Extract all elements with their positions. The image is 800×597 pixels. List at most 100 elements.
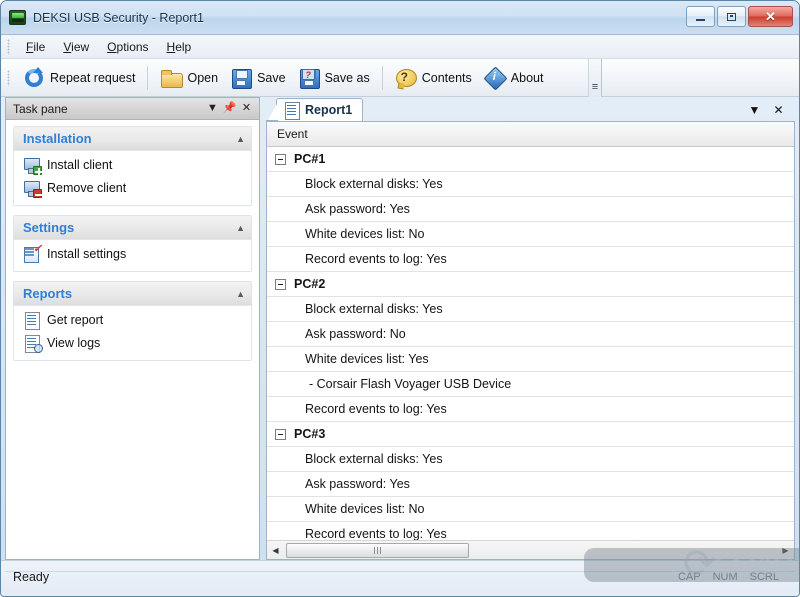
task-group-settings-header[interactable]: Settings ▲ [14, 216, 251, 240]
menu-item-file[interactable]: File [17, 37, 54, 57]
task-group-reports-header[interactable]: Reports ▲ [14, 282, 251, 306]
menu-item-view-label: iew [71, 39, 90, 54]
repeat-request-button[interactable]: Repeat request [17, 64, 141, 92]
grid-cell-event: PC#3 [294, 427, 326, 441]
grid-cell-event: PC#1 [294, 152, 326, 166]
grid-row[interactable]: - Corsair Flash Voyager USB Device [267, 372, 794, 397]
toolbar-separator [147, 65, 149, 90]
sidebar-item-get-report[interactable]: Get report [14, 309, 251, 332]
window-title: DEKSI USB Security - Report1 [33, 10, 204, 25]
close-button[interactable]: ✕ [748, 6, 793, 27]
task-pane: Task pane ▼ 📌 ✕ Installation ▲ Install c… [5, 97, 260, 560]
task-group-installation-header[interactable]: Installation ▲ [14, 127, 251, 151]
grid-row[interactable]: Ask password: Yes [267, 197, 794, 222]
save-as-button[interactable]: ? Save as [292, 64, 376, 92]
checklist-icon: ✓ [24, 244, 42, 263]
grid-row[interactable]: Block external disks: Yes [267, 172, 794, 197]
grid-cell-event: Block external disks: Yes [305, 452, 443, 466]
task-pane-close-icon[interactable]: ✕ [238, 100, 255, 117]
refresh-icon [23, 66, 45, 89]
sidebar-item-view-logs[interactable]: View logs [14, 332, 251, 355]
task-group-installation-items: Install client Remove client [14, 151, 251, 205]
menu-item-help-label: elp [175, 39, 192, 54]
close-icon: ✕ [765, 9, 776, 24]
open-label: Open [187, 70, 219, 85]
save-label: Save [257, 70, 286, 85]
task-group-settings: Settings ▲ ✓ Install settings [13, 215, 252, 272]
tab-report1[interactable]: Report1 [276, 98, 364, 121]
grid-cell-event: Ask password: Yes [305, 477, 410, 491]
tab-dropdown-icon[interactable]: ▼ [746, 101, 763, 118]
collapse-expander-icon[interactable] [275, 278, 286, 290]
toolbar-overflow-icon[interactable] [588, 59, 602, 97]
sidebar-item-remove-client[interactable]: Remove client [14, 177, 251, 200]
about-button[interactable]: About [478, 64, 550, 92]
grid-row[interactable]: White devices list: Yes [267, 347, 794, 372]
collapse-expander-icon[interactable] [275, 153, 286, 165]
sidebar-item-install-client[interactable]: Install client [14, 154, 251, 177]
info-diamond-icon [484, 67, 506, 89]
grid-cell-event: Record events to log: Yes [305, 402, 447, 416]
chevron-up-icon-reports[interactable]: ▲ [236, 289, 245, 299]
sidebar-item-install-settings-label: Install settings [47, 247, 127, 261]
grid-row[interactable]: White devices list: No [267, 497, 794, 522]
menu-grip-handle[interactable] [7, 38, 10, 55]
help-balloon-icon [395, 67, 417, 89]
minimize-button[interactable] [686, 6, 715, 27]
toolbar-grip-handle[interactable] [7, 69, 10, 86]
scrollbar-thumb[interactable] [286, 542, 469, 558]
chevron-up-icon[interactable]: ▲ [236, 134, 245, 144]
grid-group-row[interactable]: PC#1 [267, 147, 794, 172]
chevron-up-icon-settings[interactable]: ▲ [236, 223, 245, 233]
grid-cell-event: Ask password: Yes [305, 202, 410, 216]
maximize-icon [727, 12, 736, 21]
tab-strip-edge [266, 98, 278, 121]
grid-row[interactable]: Ask password: No [267, 322, 794, 347]
contents-button[interactable]: Contents [389, 64, 478, 92]
watermark-band [584, 548, 799, 582]
grid-row[interactable]: White devices list: No [267, 222, 794, 247]
main-content-area: Task pane ▼ 📌 ✕ Installation ▲ Install c… [1, 97, 799, 560]
task-pane-pin-icon[interactable]: 📌 [221, 100, 238, 117]
open-button[interactable]: Open [154, 64, 224, 92]
save-button[interactable]: Save [224, 64, 292, 92]
menu-bar: File View Options Help [1, 35, 799, 59]
grid-cell-event: PC#2 [294, 277, 326, 291]
grid-row[interactable]: Block external disks: Yes [267, 447, 794, 472]
task-group-installation: Installation ▲ Install client Remove cli… [13, 126, 252, 206]
maximize-button[interactable] [717, 6, 746, 27]
document-search-icon [24, 335, 43, 353]
menu-item-view[interactable]: View [54, 37, 98, 57]
menu-item-file-label: ile [33, 39, 46, 54]
scroll-left-arrow-icon[interactable]: ◀ [267, 542, 284, 559]
task-pane-dropdown-icon[interactable]: ▼ [204, 100, 221, 117]
toolbar: Repeat request Open Save ? Save as Conte… [1, 59, 799, 97]
grid-row[interactable]: Record events to log: Yes [267, 397, 794, 422]
task-group-reports: Reports ▲ Get report View logs [13, 281, 252, 361]
grid-cell-event: Record events to log: Yes [305, 252, 447, 266]
collapse-expander-icon[interactable] [275, 428, 286, 440]
minimize-icon [696, 18, 705, 21]
grid-rows: PC#1 Block external disks: Yes Ask passwor… [267, 147, 794, 540]
grid-row[interactable]: Ask password: Yes [267, 472, 794, 497]
sidebar-item-install-client-label: Install client [47, 158, 113, 172]
tab-controls: ▼ ✕ [746, 101, 795, 121]
grid-cell-event: - Corsair Flash Voyager USB Device [309, 377, 512, 391]
tab-strip: Report1 ▼ ✕ [266, 97, 795, 121]
menu-item-options-label: ptions [116, 39, 149, 54]
menu-item-help[interactable]: Help [158, 37, 201, 57]
sidebar-item-install-settings[interactable]: ✓ Install settings [14, 243, 251, 266]
grid-row[interactable]: Record events to log: Yes [267, 522, 794, 540]
tab-close-icon[interactable]: ✕ [770, 101, 787, 118]
contents-label: Contents [421, 70, 472, 85]
grid-row[interactable]: Block external disks: Yes [267, 297, 794, 322]
folder-open-icon [160, 67, 184, 89]
task-group-settings-title: Settings [23, 220, 75, 235]
task-pane-header: Task pane ▼ 📌 ✕ [6, 98, 259, 120]
usb-device-icon [9, 10, 26, 25]
grid-row[interactable]: Record events to log: Yes [267, 247, 794, 272]
grid-column-header-event[interactable]: Event [267, 122, 794, 147]
grid-group-row[interactable]: PC#2 [267, 272, 794, 297]
menu-item-options[interactable]: Options [98, 37, 157, 57]
grid-group-row[interactable]: PC#3 [267, 422, 794, 447]
